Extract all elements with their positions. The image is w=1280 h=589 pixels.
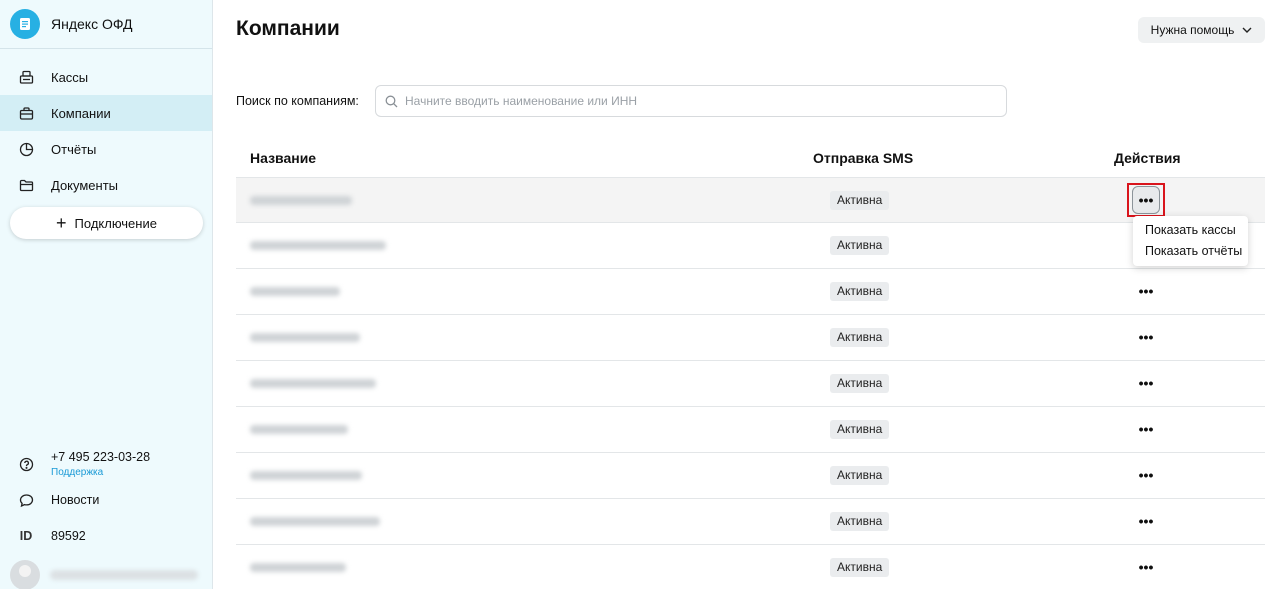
table-row[interactable]: Активна ••• (236, 453, 1265, 499)
main-content: Компании Нужна помощь Поиск по компаниям… (213, 0, 1280, 589)
more-horizontal-icon: ••• (1138, 513, 1154, 529)
account-id: ID 89592 (0, 518, 212, 554)
row-actions-button[interactable]: ••• (1132, 415, 1160, 443)
plus-icon: + (56, 213, 67, 233)
sidebar-item-companies[interactable]: Компании (0, 95, 212, 131)
more-horizontal-icon: ••• (1138, 283, 1154, 299)
news-label: Новости (51, 493, 100, 507)
question-circle-icon (18, 456, 34, 472)
chevron-down-icon (1242, 27, 1252, 33)
more-horizontal-icon: ••• (1138, 375, 1154, 391)
search-field[interactable] (375, 85, 1007, 117)
row-actions-button[interactable]: ••• (1132, 369, 1160, 397)
more-horizontal-icon: ••• (1138, 421, 1154, 437)
status-badge: Активна (830, 420, 890, 439)
column-header-sms: Отправка SMS (813, 150, 914, 166)
status-badge: Активна (830, 328, 890, 347)
search-input[interactable] (405, 94, 985, 108)
support-contact-text: +7 495 223-03-28 Поддержка (51, 450, 150, 478)
sidebar-item-label: Отчёты (51, 141, 97, 157)
account-id-value: 89592 (51, 529, 86, 543)
company-name-redacted (250, 196, 352, 205)
status-badge: Активна (830, 374, 890, 393)
user-email-redacted (50, 570, 198, 580)
brand[interactable]: Яндекс ОФД (0, 0, 212, 49)
row-actions-button[interactable]: ••• (1132, 553, 1160, 581)
sidebar-item-documents[interactable]: Документы (0, 167, 212, 203)
support-phone[interactable]: +7 495 223-03-28 (51, 450, 150, 464)
more-horizontal-icon: ••• (1138, 329, 1154, 345)
more-horizontal-icon: ••• (1138, 559, 1154, 575)
company-name-redacted (250, 471, 362, 480)
id-label: ID (19, 529, 33, 543)
company-name-redacted (250, 379, 376, 388)
search-icon (385, 95, 398, 107)
status-badge: Активна (830, 466, 890, 485)
search-label: Поиск по компаниям: (236, 94, 359, 108)
cash-register-icon (18, 69, 34, 85)
sidebar: Яндекс ОФД Кассы Компании Отчёты Докумен… (0, 0, 213, 589)
help-button-label: Нужна помощь (1150, 23, 1235, 37)
sidebar-item-cash-registers[interactable]: Кассы (0, 59, 212, 95)
column-header-name: Название (250, 150, 317, 166)
row-actions-button[interactable]: ••• (1132, 461, 1160, 489)
row-actions-button[interactable]: ••• (1132, 323, 1160, 351)
support-contact: +7 495 223-03-28 Поддержка (0, 444, 212, 484)
menu-item-show-registers[interactable]: Показать кассы (1133, 223, 1248, 244)
yandex-ofd-logo-icon (10, 9, 40, 39)
avatar (10, 560, 40, 589)
sidebar-item-reports[interactable]: Отчёты (0, 131, 212, 167)
pie-chart-icon (18, 141, 34, 157)
status-badge: Активна (830, 512, 890, 531)
row-actions-button[interactable]: ••• (1132, 507, 1160, 535)
more-horizontal-icon: ••• (1138, 467, 1154, 483)
company-name-redacted (250, 563, 346, 572)
briefcase-icon (18, 105, 34, 121)
table-row[interactable]: Активна (236, 223, 1265, 269)
table-row[interactable]: Активна ••• (236, 315, 1265, 361)
news-item[interactable]: Новости (0, 482, 212, 518)
connect-button[interactable]: + Подключение (10, 207, 203, 239)
company-name-redacted (250, 287, 340, 296)
sidebar-nav: Кассы Компании Отчёты Документы (0, 49, 212, 203)
status-badge: Активна (830, 282, 890, 301)
table-row[interactable]: Активна ••• (236, 269, 1265, 315)
table-row[interactable]: Активна ••• (236, 407, 1265, 453)
status-badge: Активна (830, 558, 890, 577)
sidebar-item-label: Кассы (51, 69, 89, 85)
table-row[interactable]: Активна ••• (236, 545, 1265, 589)
status-badge: Активна (830, 191, 890, 210)
menu-item-show-reports[interactable]: Показать отчёты (1133, 244, 1248, 265)
row-actions-button[interactable]: ••• (1132, 277, 1160, 305)
sidebar-footer: +7 495 223-03-28 Поддержка Новости ID 89… (0, 444, 212, 589)
connect-button-label: Подключение (74, 215, 157, 231)
sidebar-item-label: Документы (51, 177, 119, 193)
chat-bubble-icon (18, 492, 34, 508)
company-name-redacted (250, 517, 380, 526)
column-header-actions: Действия (1114, 150, 1181, 166)
row-actions-menu: Показать кассы Показать отчёты (1133, 216, 1248, 266)
status-badge: Активна (830, 236, 890, 255)
help-dropdown-button[interactable]: Нужна помощь (1138, 17, 1265, 43)
sidebar-item-label: Компании (51, 105, 111, 121)
user-profile[interactable] (10, 560, 198, 589)
folder-icon (18, 177, 34, 193)
company-name-redacted (250, 241, 386, 250)
brand-name: Яндекс ОФД (51, 16, 133, 32)
table-row[interactable]: Активна ••• (236, 177, 1265, 223)
page-title: Компании (236, 17, 340, 40)
support-link[interactable]: Поддержка (51, 467, 150, 478)
company-name-redacted (250, 333, 360, 342)
company-name-redacted (250, 425, 348, 434)
table-row[interactable]: Активна ••• (236, 499, 1265, 545)
active-actions-highlight (1127, 183, 1165, 217)
table-row[interactable]: Активна ••• (236, 361, 1265, 407)
